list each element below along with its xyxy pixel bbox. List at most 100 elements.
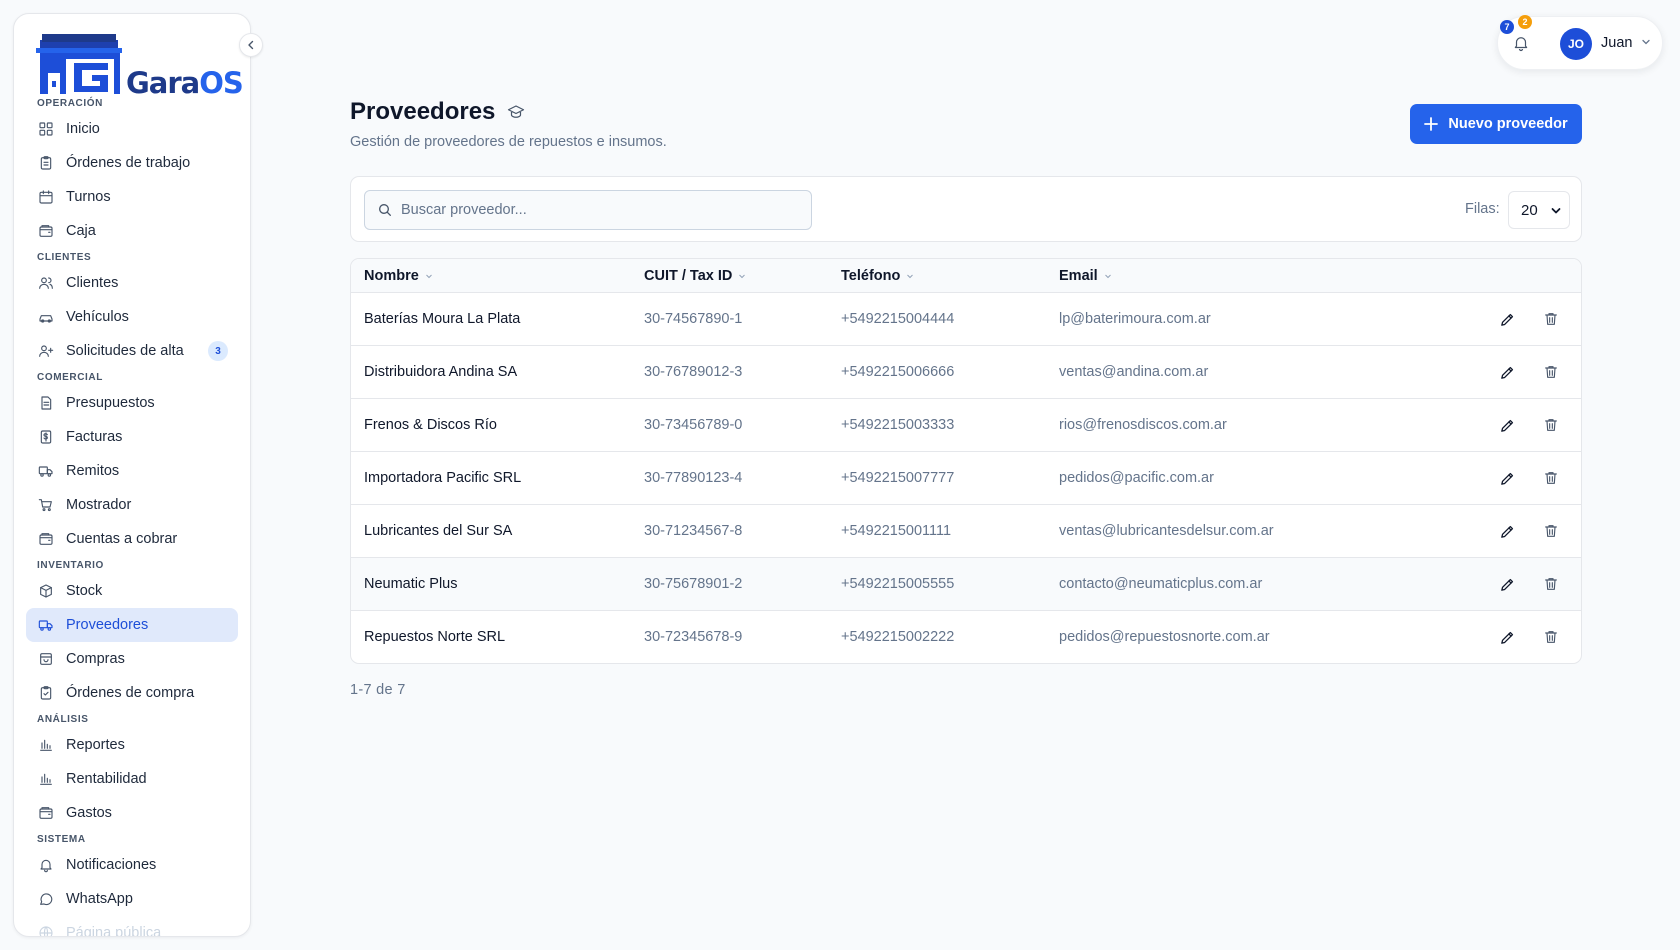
sidebar-item-label: Facturas	[66, 429, 123, 445]
bell-icon	[1514, 37, 1528, 52]
sidebar-section-label: OPERACIÓN	[37, 98, 103, 109]
supplier-email: ventas@andina.com.ar	[1059, 364, 1209, 380]
trash-icon[interactable]	[1542, 416, 1560, 434]
sidebar-item-label: Caja	[66, 223, 96, 239]
sidebar-item-facturas[interactable]: Facturas	[26, 420, 238, 454]
trash-icon[interactable]	[1542, 363, 1560, 381]
sidebar-item-clientes[interactable]: Clientes	[26, 266, 238, 300]
sidebar-item-inicio[interactable]: Inicio	[26, 112, 238, 146]
sidebar-item-label: Vehículos	[66, 309, 129, 325]
supplier-cuit: 30-71234567-8	[644, 523, 743, 539]
dollar-receipt-icon	[38, 429, 54, 445]
sidebar-item-label: Remitos	[66, 463, 120, 479]
users-icon	[38, 275, 54, 291]
sidebar-item-label: Página pública	[66, 925, 162, 937]
edit-icon[interactable]	[1498, 363, 1516, 381]
sidebar-item-gastos[interactable]: Gastos	[26, 796, 238, 830]
sidebar-item-pagina-publica[interactable]: Página pública	[26, 916, 238, 937]
sidebar-item-mostrador[interactable]: Mostrador	[26, 488, 238, 522]
sidebar-item-reportes[interactable]: Reportes	[26, 728, 238, 762]
bag-icon	[38, 651, 54, 667]
chevron-left-icon	[248, 40, 254, 50]
suppliers-table: Nombre CUIT / Tax ID Teléfono Email Bate…	[350, 258, 1582, 664]
clipboard-check-icon	[38, 685, 54, 701]
sidebar-section-label: INVENTARIO	[37, 560, 104, 571]
user-name[interactable]: Juan	[1601, 35, 1632, 51]
supplier-cuit: 30-72345678-9	[644, 629, 743, 645]
trash-icon[interactable]	[1542, 310, 1560, 328]
table-row[interactable]: Neumatic Plus 30-75678901-2 +5492215005555…	[351, 558, 1581, 611]
sidebar-item-ordenes-de-trabajo[interactable]: Órdenes de trabajo	[26, 146, 238, 180]
column-header-cuit[interactable]: CUIT / Tax ID	[644, 268, 746, 284]
trash-icon[interactable]	[1542, 469, 1560, 487]
edit-icon[interactable]	[1498, 628, 1516, 646]
sidebar-item-label: Turnos	[66, 189, 111, 205]
column-header-name[interactable]: Nombre	[364, 268, 433, 284]
sidebar-item-rentabilidad[interactable]: Rentabilidad	[26, 762, 238, 796]
sidebar-section-label: SISTEMA	[37, 834, 86, 845]
edit-icon[interactable]	[1498, 310, 1516, 328]
sidebar-item-ordenes-de-compra[interactable]: Órdenes de compra	[26, 676, 238, 710]
table-row[interactable]: Frenos & Discos Río 30-73456789-0 +5492215…	[351, 399, 1581, 452]
bar-chart-icon	[38, 771, 54, 787]
sidebar-collapse-button[interactable]	[239, 33, 263, 57]
sidebar-item-stock[interactable]: Stock	[26, 574, 238, 608]
column-header-email[interactable]: Email	[1059, 268, 1112, 284]
column-header-phone[interactable]: Teléfono	[841, 268, 914, 284]
chevron-down-icon[interactable]	[1641, 37, 1651, 47]
supplier-name: Distribuidora Andina SA	[364, 364, 518, 380]
edit-icon[interactable]	[1498, 416, 1516, 434]
supplier-phone: +5492215005555	[841, 576, 955, 592]
sort-icon	[738, 272, 746, 280]
sidebar: GaraOS OPERACIÓN Inicio Órdenes de trabajo…	[13, 13, 251, 937]
sidebar-item-label: Stock	[66, 583, 103, 599]
sidebar-item-cuentas-a-cobrar[interactable]: Cuentas a cobrar	[26, 522, 238, 556]
sidebar-item-caja[interactable]: Caja	[26, 214, 238, 248]
bar-chart-icon	[38, 737, 54, 753]
table-row[interactable]: Importadora Pacific SRL 30-77890123-4 +549…	[351, 452, 1581, 505]
sort-icon	[906, 272, 914, 280]
box-icon	[38, 583, 54, 599]
table-row[interactable]: Baterías Moura La Plata 30-74567890-1 +549…	[351, 293, 1581, 346]
page-title: Proveedores	[350, 98, 525, 126]
sidebar-item-whatsapp[interactable]: WhatsApp	[26, 882, 238, 916]
table-row[interactable]: Repuestos Norte SRL 30-72345678-9 +5492215…	[351, 611, 1581, 663]
sidebar-item-presupuestos[interactable]: Presupuestos	[26, 386, 238, 420]
tutorial-button[interactable]	[507, 103, 525, 121]
rows-label: Filas:	[1465, 201, 1500, 217]
table-row[interactable]: Lubricantes del Sur SA 30-71234567-8 +5492…	[351, 505, 1581, 558]
header-user-area: 7 2 JO Juan	[1497, 15, 1663, 70]
supplier-phone: +5492215004444	[841, 311, 955, 327]
sidebar-section-label: COMERCIAL	[37, 372, 103, 383]
trash-icon[interactable]	[1542, 628, 1560, 646]
new-supplier-button[interactable]: Nuevo proveedor	[1410, 104, 1582, 144]
sidebar-item-remitos[interactable]: Remitos	[26, 454, 238, 488]
trash-icon[interactable]	[1542, 522, 1560, 540]
search-input[interactable]	[401, 191, 801, 229]
sidebar-item-label: Gastos	[66, 805, 112, 821]
sidebar-item-vehiculos[interactable]: Vehículos	[26, 300, 238, 334]
supplier-name: Lubricantes del Sur SA	[364, 523, 513, 539]
avatar[interactable]: JO	[1560, 28, 1592, 60]
supplier-cuit: 30-73456789-0	[644, 417, 743, 433]
page-subtitle: Gestión de proveedores de repuestos e in…	[350, 134, 667, 150]
app-logo[interactable]: GaraOS	[26, 26, 246, 100]
sort-icon	[425, 272, 433, 280]
sidebar-item-proveedores[interactable]: Proveedores	[26, 608, 238, 642]
table-row[interactable]: Distribuidora Andina SA 30-76789012-3 +549…	[351, 346, 1581, 399]
edit-icon[interactable]	[1498, 522, 1516, 540]
sidebar-item-notificaciones[interactable]: Notificaciones	[26, 848, 238, 882]
edit-icon[interactable]	[1498, 469, 1516, 487]
sidebar-item-compras[interactable]: Compras	[26, 642, 238, 676]
sidebar-item-label: Rentabilidad	[66, 771, 147, 787]
clipboard-icon	[38, 155, 54, 171]
notifications-button[interactable]	[1512, 34, 1530, 52]
sidebar-item-turnos[interactable]: Turnos	[26, 180, 238, 214]
supplier-email: contacto@neumaticplus.com.ar	[1059, 576, 1263, 592]
sidebar-item-solicitudes-de-alta[interactable]: Solicitudes de alta 3	[26, 334, 238, 368]
trash-icon[interactable]	[1542, 575, 1560, 593]
alert-count-badge: 2	[1518, 15, 1532, 29]
rows-per-page-select[interactable]: 20	[1508, 191, 1570, 229]
sidebar-item-label: Notificaciones	[66, 857, 157, 873]
edit-icon[interactable]	[1498, 575, 1516, 593]
